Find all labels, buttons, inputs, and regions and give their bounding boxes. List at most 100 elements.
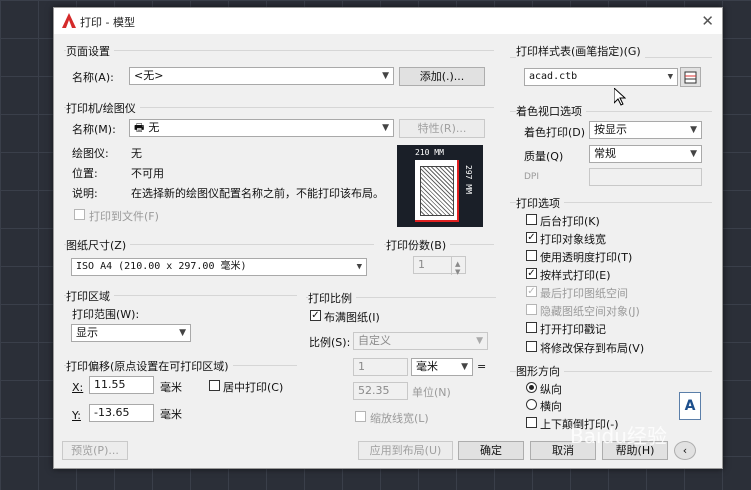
- x-offset-label: X:: [72, 381, 84, 394]
- upside-down-checkbox[interactable]: [526, 417, 537, 428]
- scale-denominator-input[interactable]: 52.35: [353, 382, 408, 400]
- landscape-radio[interactable]: [526, 399, 537, 410]
- background-plot-checkbox[interactable]: [526, 214, 537, 225]
- add-button[interactable]: 添加(.)...: [399, 67, 485, 86]
- edit-table-icon: [684, 71, 697, 84]
- chevron-down-icon: ▼: [382, 71, 389, 81]
- x-offset-value: 11.55: [94, 378, 126, 391]
- printer-icon: 🖶: [134, 121, 145, 134]
- preview-height-label: 297 MM: [464, 165, 473, 194]
- preview-right-edge: [457, 160, 459, 222]
- plot-options-title: 打印选项: [516, 195, 564, 211]
- portrait-label: 纵向: [540, 383, 562, 396]
- page-setup-select[interactable]: <无> ▼: [129, 67, 394, 85]
- shade-plot-label: 着色打印(D): [524, 126, 586, 139]
- hide-paperspace-objects-label: 隐藏图纸空间对象(J): [540, 305, 640, 318]
- x-offset-input[interactable]: 11.55: [89, 376, 154, 394]
- ok-button[interactable]: 确定: [458, 441, 524, 460]
- printer-select[interactable]: 🖶 无 ▼: [129, 119, 394, 137]
- plotter-value: 无: [131, 147, 142, 160]
- copies-value: 1: [418, 258, 425, 271]
- plot-with-styles-checkbox[interactable]: ✓: [526, 268, 537, 279]
- plot-transparency-checkbox[interactable]: [526, 250, 537, 261]
- background-plot-label: 后台打印(K): [540, 215, 600, 228]
- plot-transparency-label: 使用透明度打印(T): [540, 251, 633, 264]
- chevron-down-icon: ▼: [476, 336, 483, 346]
- chevron-left-icon: ‹: [682, 444, 688, 457]
- page-setup-title: 页面设置: [66, 43, 114, 59]
- print-to-file-checkbox[interactable]: [74, 209, 85, 220]
- chevron-down-icon: ▼: [667, 72, 673, 82]
- plot-style-select[interactable]: acad.ctb ▼: [524, 68, 678, 86]
- copies-input[interactable]: 1 ▲ ▼: [413, 256, 466, 276]
- plot-style-title: 打印样式表(画笔指定)(G): [516, 43, 645, 59]
- hide-paperspace-objects-checkbox[interactable]: [526, 304, 537, 315]
- title-bar: 打印 - 模型 ✕: [54, 8, 722, 34]
- description-value: 在选择新的绘图仪配置名称之前，不能打印该布局。: [131, 187, 384, 200]
- page-setup-name-label: 名称(A):: [72, 71, 114, 84]
- scale-lineweights-label: 缩放线宽(L): [370, 412, 429, 425]
- scale-unit-select[interactable]: 毫米 ▼: [411, 358, 473, 376]
- chevron-down-icon: ▼: [690, 149, 697, 159]
- plot-range-select[interactable]: 显示 ▼: [71, 324, 191, 342]
- location-label: 位置:: [72, 167, 98, 180]
- description-label: 说明:: [72, 187, 98, 200]
- shade-plot-select[interactable]: 按显示 ▼: [589, 121, 702, 139]
- plot-with-styles-label: 按样式打印(E): [540, 269, 611, 282]
- center-plot-checkbox[interactable]: [209, 380, 220, 391]
- copies-spinner[interactable]: ▲ ▼: [451, 257, 465, 276]
- chevron-down-icon: ▼: [179, 328, 186, 338]
- spin-down-icon[interactable]: ▼: [455, 264, 460, 280]
- dpi-input[interactable]: [589, 168, 702, 186]
- landscape-label: 横向: [540, 400, 562, 413]
- scale-select[interactable]: 自定义 ▼: [353, 332, 488, 350]
- plot-dialog: 打印 - 模型 ✕ 页面设置 名称(A): <无> ▼ 添加(.)... 打印机…: [53, 7, 723, 469]
- expand-collapse-button[interactable]: ‹: [674, 441, 696, 460]
- page-setup-value: <无>: [134, 69, 164, 82]
- scale-lineweights-checkbox[interactable]: [355, 411, 366, 422]
- print-to-file-label: 打印到文件(F): [89, 210, 159, 223]
- fit-to-paper-label: 布满图纸(I): [324, 311, 380, 324]
- save-to-layout-checkbox[interactable]: [526, 341, 537, 352]
- properties-button[interactable]: 特性(R)...: [399, 119, 485, 138]
- location-value: 不可用: [131, 167, 164, 180]
- plot-stamp-checkbox[interactable]: [526, 322, 537, 333]
- edit-plot-style-button[interactable]: [680, 67, 701, 87]
- paper-preview: 210 MM 297 MM: [397, 145, 483, 227]
- fit-to-paper-checkbox[interactable]: ✓: [310, 310, 321, 321]
- y-offset-value: -13.65: [94, 406, 130, 419]
- plot-style-value: acad.ctb: [529, 71, 578, 82]
- units-label: 单位(N): [412, 386, 451, 399]
- plot-offset-title: 打印偏移(原点设置在可打印区域): [66, 358, 233, 374]
- dpi-label: DPI: [524, 172, 540, 182]
- scale-numerator-value: 1: [358, 360, 365, 373]
- plot-lineweights-checkbox[interactable]: ✓: [526, 232, 537, 243]
- paper-size-value: ISO A4 (210.00 x 297.00 毫米): [76, 261, 247, 272]
- shade-plot-value: 按显示: [594, 123, 627, 136]
- y-offset-input[interactable]: -13.65: [89, 404, 154, 422]
- center-plot-label: 居中打印(C): [223, 381, 284, 394]
- preview-width-label: 210 MM: [415, 148, 444, 157]
- baidu-watermark: Baidu经验: [570, 424, 667, 448]
- printer-name-label: 名称(M):: [72, 123, 116, 136]
- plot-paperspace-last-checkbox[interactable]: ✓: [526, 286, 537, 297]
- close-icon[interactable]: ✕: [701, 12, 714, 30]
- printer-title: 打印机/绘图仪: [66, 100, 140, 116]
- scale-denominator-value: 52.35: [358, 384, 390, 397]
- preview-printable-area: [420, 166, 454, 216]
- paper-size-select[interactable]: ISO A4 (210.00 x 297.00 毫米) ▼: [71, 258, 367, 276]
- apply-to-layout-button[interactable]: 应用到布局(U): [358, 441, 453, 460]
- quality-value: 常规: [594, 147, 616, 160]
- plot-range-value: 显示: [76, 326, 98, 339]
- preview-button[interactable]: 预览(P)...: [62, 441, 128, 460]
- orientation-preview-icon: A: [679, 392, 701, 420]
- y-offset-label: Y:: [72, 409, 81, 422]
- scale-numerator-input[interactable]: 1: [353, 358, 408, 376]
- quality-select[interactable]: 常规 ▼: [589, 145, 702, 163]
- y-offset-unit: 毫米: [160, 408, 182, 421]
- chevron-down-icon: ▼: [461, 362, 468, 372]
- chevron-down-icon: ▼: [356, 262, 362, 272]
- x-offset-unit: 毫米: [160, 381, 182, 394]
- portrait-radio[interactable]: [526, 382, 537, 393]
- preview-bottom-edge: [415, 220, 459, 222]
